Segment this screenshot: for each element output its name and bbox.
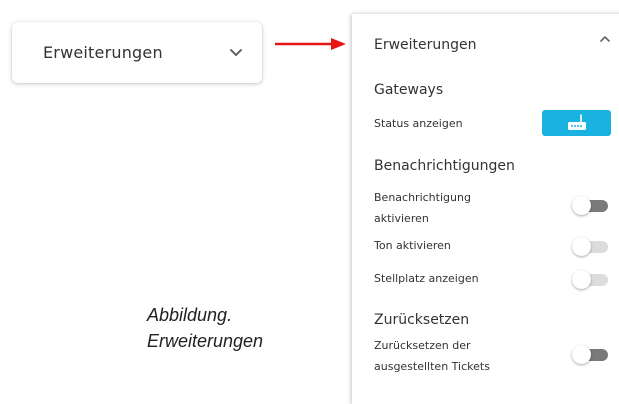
chevron-up-icon[interactable] <box>598 32 612 46</box>
notification-enable-label-line2: aktivieren <box>374 212 429 225</box>
show-parking-spot-toggle[interactable] <box>572 269 610 289</box>
section-title-notifications: Benachrichtigungen <box>374 158 515 174</box>
toggle-knob <box>572 270 591 289</box>
router-icon <box>567 114 586 130</box>
red-arrow <box>275 38 346 50</box>
caption-line2: Erweiterungen <box>147 331 264 351</box>
dropdown-label: Erweiterungen <box>43 43 163 62</box>
reset-tickets-label-line2: ausgestellten Tickets <box>374 360 490 373</box>
toggle-knob <box>572 196 591 215</box>
reset-tickets-label-line1: Zurücksetzen der <box>374 339 471 352</box>
section-title-reset: Zurücksetzen <box>374 312 470 328</box>
toggle-knob <box>572 237 591 256</box>
status-label: Status anzeigen <box>374 117 463 130</box>
notification-enable-label-line1: Benachrichtigung <box>374 191 471 204</box>
notification-enable-label: Benachrichtigung aktivieren <box>374 187 471 229</box>
toggle-knob <box>572 345 591 364</box>
panel-title: Erweiterungen <box>374 37 477 53</box>
reset-tickets-toggle[interactable] <box>572 344 610 364</box>
show-gateway-status-button[interactable] <box>542 110 611 136</box>
section-title-gateways: Gateways <box>374 82 444 98</box>
figure-caption: Abbildung. Erweiterungen <box>147 302 263 354</box>
sound-enable-label: Ton aktivieren <box>374 239 451 252</box>
sound-enable-toggle[interactable] <box>572 236 610 256</box>
show-parking-spot-label: Stellplatz anzeigen <box>374 272 479 285</box>
chevron-down-icon <box>230 49 242 56</box>
caption-line1: Abbildung. <box>147 305 233 325</box>
notification-enable-toggle[interactable] <box>572 195 610 215</box>
reset-tickets-label: Zurücksetzen der ausgestellten Tickets <box>374 335 490 377</box>
extensions-panel-expanded: Erweiterungen Gateways Status anzeigen B… <box>352 14 619 404</box>
extensions-dropdown-collapsed[interactable]: Erweiterungen <box>12 22 262 83</box>
